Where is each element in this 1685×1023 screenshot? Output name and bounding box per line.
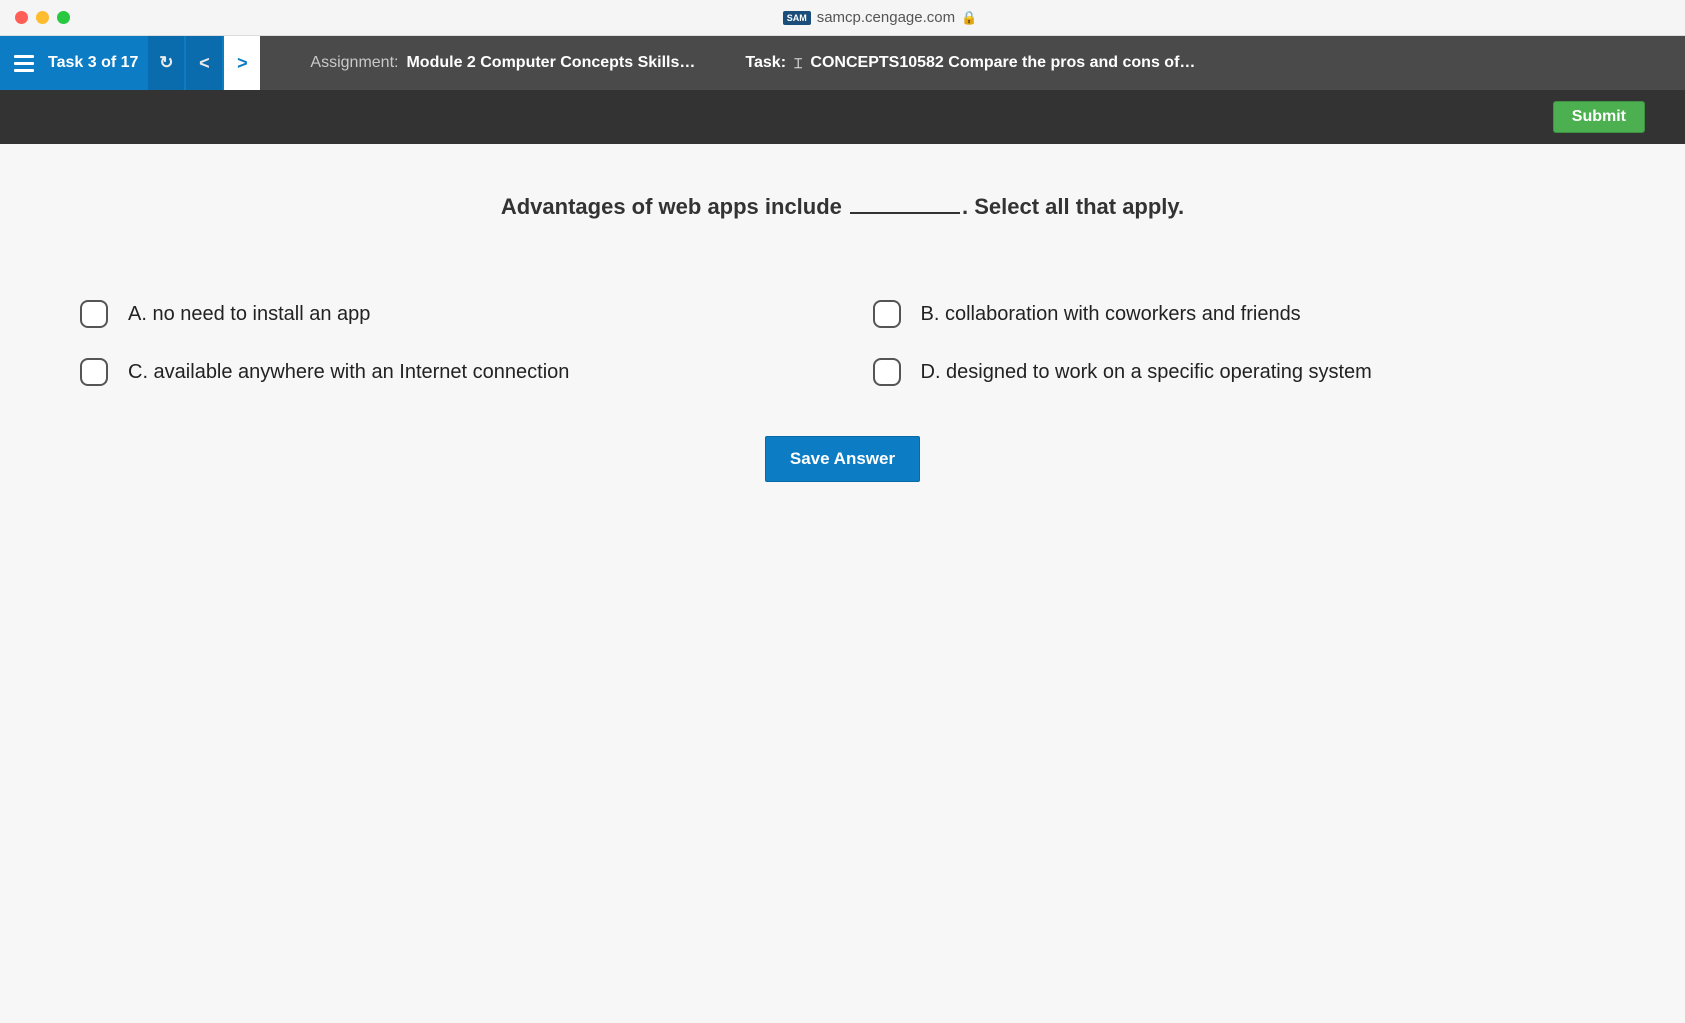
checkbox-b[interactable] <box>873 300 901 328</box>
question-blank <box>850 212 960 214</box>
task-progress-label: Task 3 of 17 <box>48 54 138 72</box>
question-suffix: . Select all that apply. <box>962 194 1184 219</box>
question-prefix: Advantages of web apps include <box>501 194 848 219</box>
options-grid: A. no need to install an app B. collabor… <box>80 300 1605 386</box>
browser-bar: SAM samcp.cengage.com 🔒 <box>0 0 1685 36</box>
window-maximize-icon[interactable] <box>57 11 70 24</box>
prev-button[interactable]: < <box>186 36 222 90</box>
lock-icon: 🔒 <box>961 10 977 26</box>
nav-btn-group: ↻ < > <box>148 36 260 90</box>
save-row: Save Answer <box>80 436 1605 482</box>
window-close-icon[interactable] <box>15 11 28 24</box>
checkbox-c[interactable] <box>80 358 108 386</box>
cursor-icon: ⌶ <box>794 55 802 72</box>
task-value: CONCEPTS10582 Compare the pros and cons … <box>810 54 1195 72</box>
assignment-info: Assignment: Module 2 Computer Concepts S… <box>310 54 695 72</box>
window-minimize-icon[interactable] <box>36 11 49 24</box>
next-button[interactable]: > <box>224 36 260 90</box>
option-a: A. no need to install an app <box>80 300 813 328</box>
content-area: Advantages of web apps include . Select … <box>0 144 1685 1023</box>
option-c-text: C. available anywhere with an Internet c… <box>128 361 569 384</box>
option-b: B. collaboration with coworkers and frie… <box>873 300 1606 328</box>
header-bar: Task 3 of 17 ↻ < > Assignment: Module 2 … <box>0 36 1685 90</box>
question-text: Advantages of web apps include . Select … <box>80 194 1605 220</box>
submit-bar: Submit <box>0 90 1685 144</box>
submit-button[interactable]: Submit <box>1553 101 1645 133</box>
option-b-text: B. collaboration with coworkers and frie… <box>921 303 1301 326</box>
reload-button[interactable]: ↻ <box>148 36 184 90</box>
assignment-label: Assignment: <box>310 54 398 72</box>
site-badge: SAM <box>783 11 811 25</box>
checkbox-d[interactable] <box>873 358 901 386</box>
option-d: D. designed to work on a specific operat… <box>873 358 1606 386</box>
url-text: samcp.cengage.com <box>817 9 955 26</box>
checkbox-a[interactable] <box>80 300 108 328</box>
assignment-value: Module 2 Computer Concepts Skills… <box>406 54 695 72</box>
task-info: Task: ⌶ CONCEPTS10582 Compare the pros a… <box>745 54 1195 72</box>
menu-icon[interactable] <box>14 55 34 72</box>
task-nav: Task 3 of 17 ↻ < > <box>0 36 260 90</box>
option-a-text: A. no need to install an app <box>128 303 370 326</box>
task-label: Task: <box>745 54 786 72</box>
option-c: C. available anywhere with an Internet c… <box>80 358 813 386</box>
save-answer-button[interactable]: Save Answer <box>765 436 920 482</box>
traffic-lights <box>15 11 70 24</box>
url-bar[interactable]: SAM samcp.cengage.com 🔒 <box>90 9 1670 26</box>
option-d-text: D. designed to work on a specific operat… <box>921 361 1372 384</box>
